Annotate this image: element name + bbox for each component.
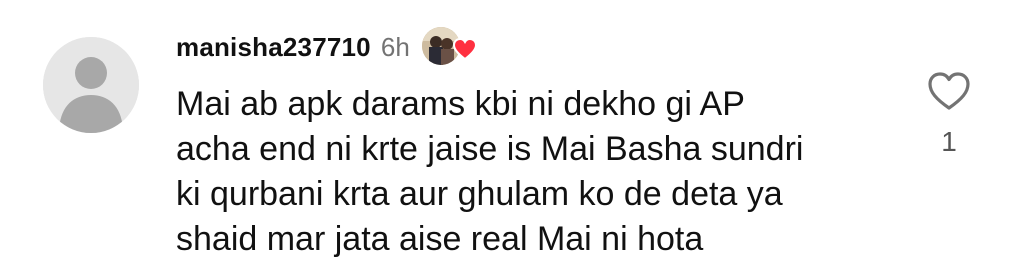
comment-item: manisha237710 6h Mai ab apk darams kbi n… bbox=[0, 0, 1024, 271]
timestamp: 6h bbox=[380, 31, 410, 62]
comment-text-line: shaid mar jata aise real Mai ni hota bbox=[176, 220, 704, 258]
heart-outline-icon[interactable] bbox=[926, 70, 972, 112]
comment-text: Mai ab apk darams kbi ni dekho gi AP ach… bbox=[176, 82, 896, 262]
heart-filled-icon bbox=[452, 37, 477, 61]
default-avatar-icon bbox=[43, 37, 139, 133]
like-count: 1 bbox=[941, 126, 957, 157]
user-avatar[interactable] bbox=[43, 37, 139, 133]
comment-header: manisha237710 6h bbox=[176, 26, 480, 68]
username[interactable]: manisha237710 bbox=[176, 32, 371, 63]
creator-liked-badge bbox=[421, 26, 480, 68]
comment-text-line: ki qurbani krta aur ghulam ko de deta ya bbox=[176, 175, 783, 213]
comment-text-line: acha end ni krte jaise is Mai Basha sund… bbox=[176, 130, 804, 168]
comment-text-line: Mai ab apk darams kbi ni dekho gi AP bbox=[176, 85, 745, 123]
